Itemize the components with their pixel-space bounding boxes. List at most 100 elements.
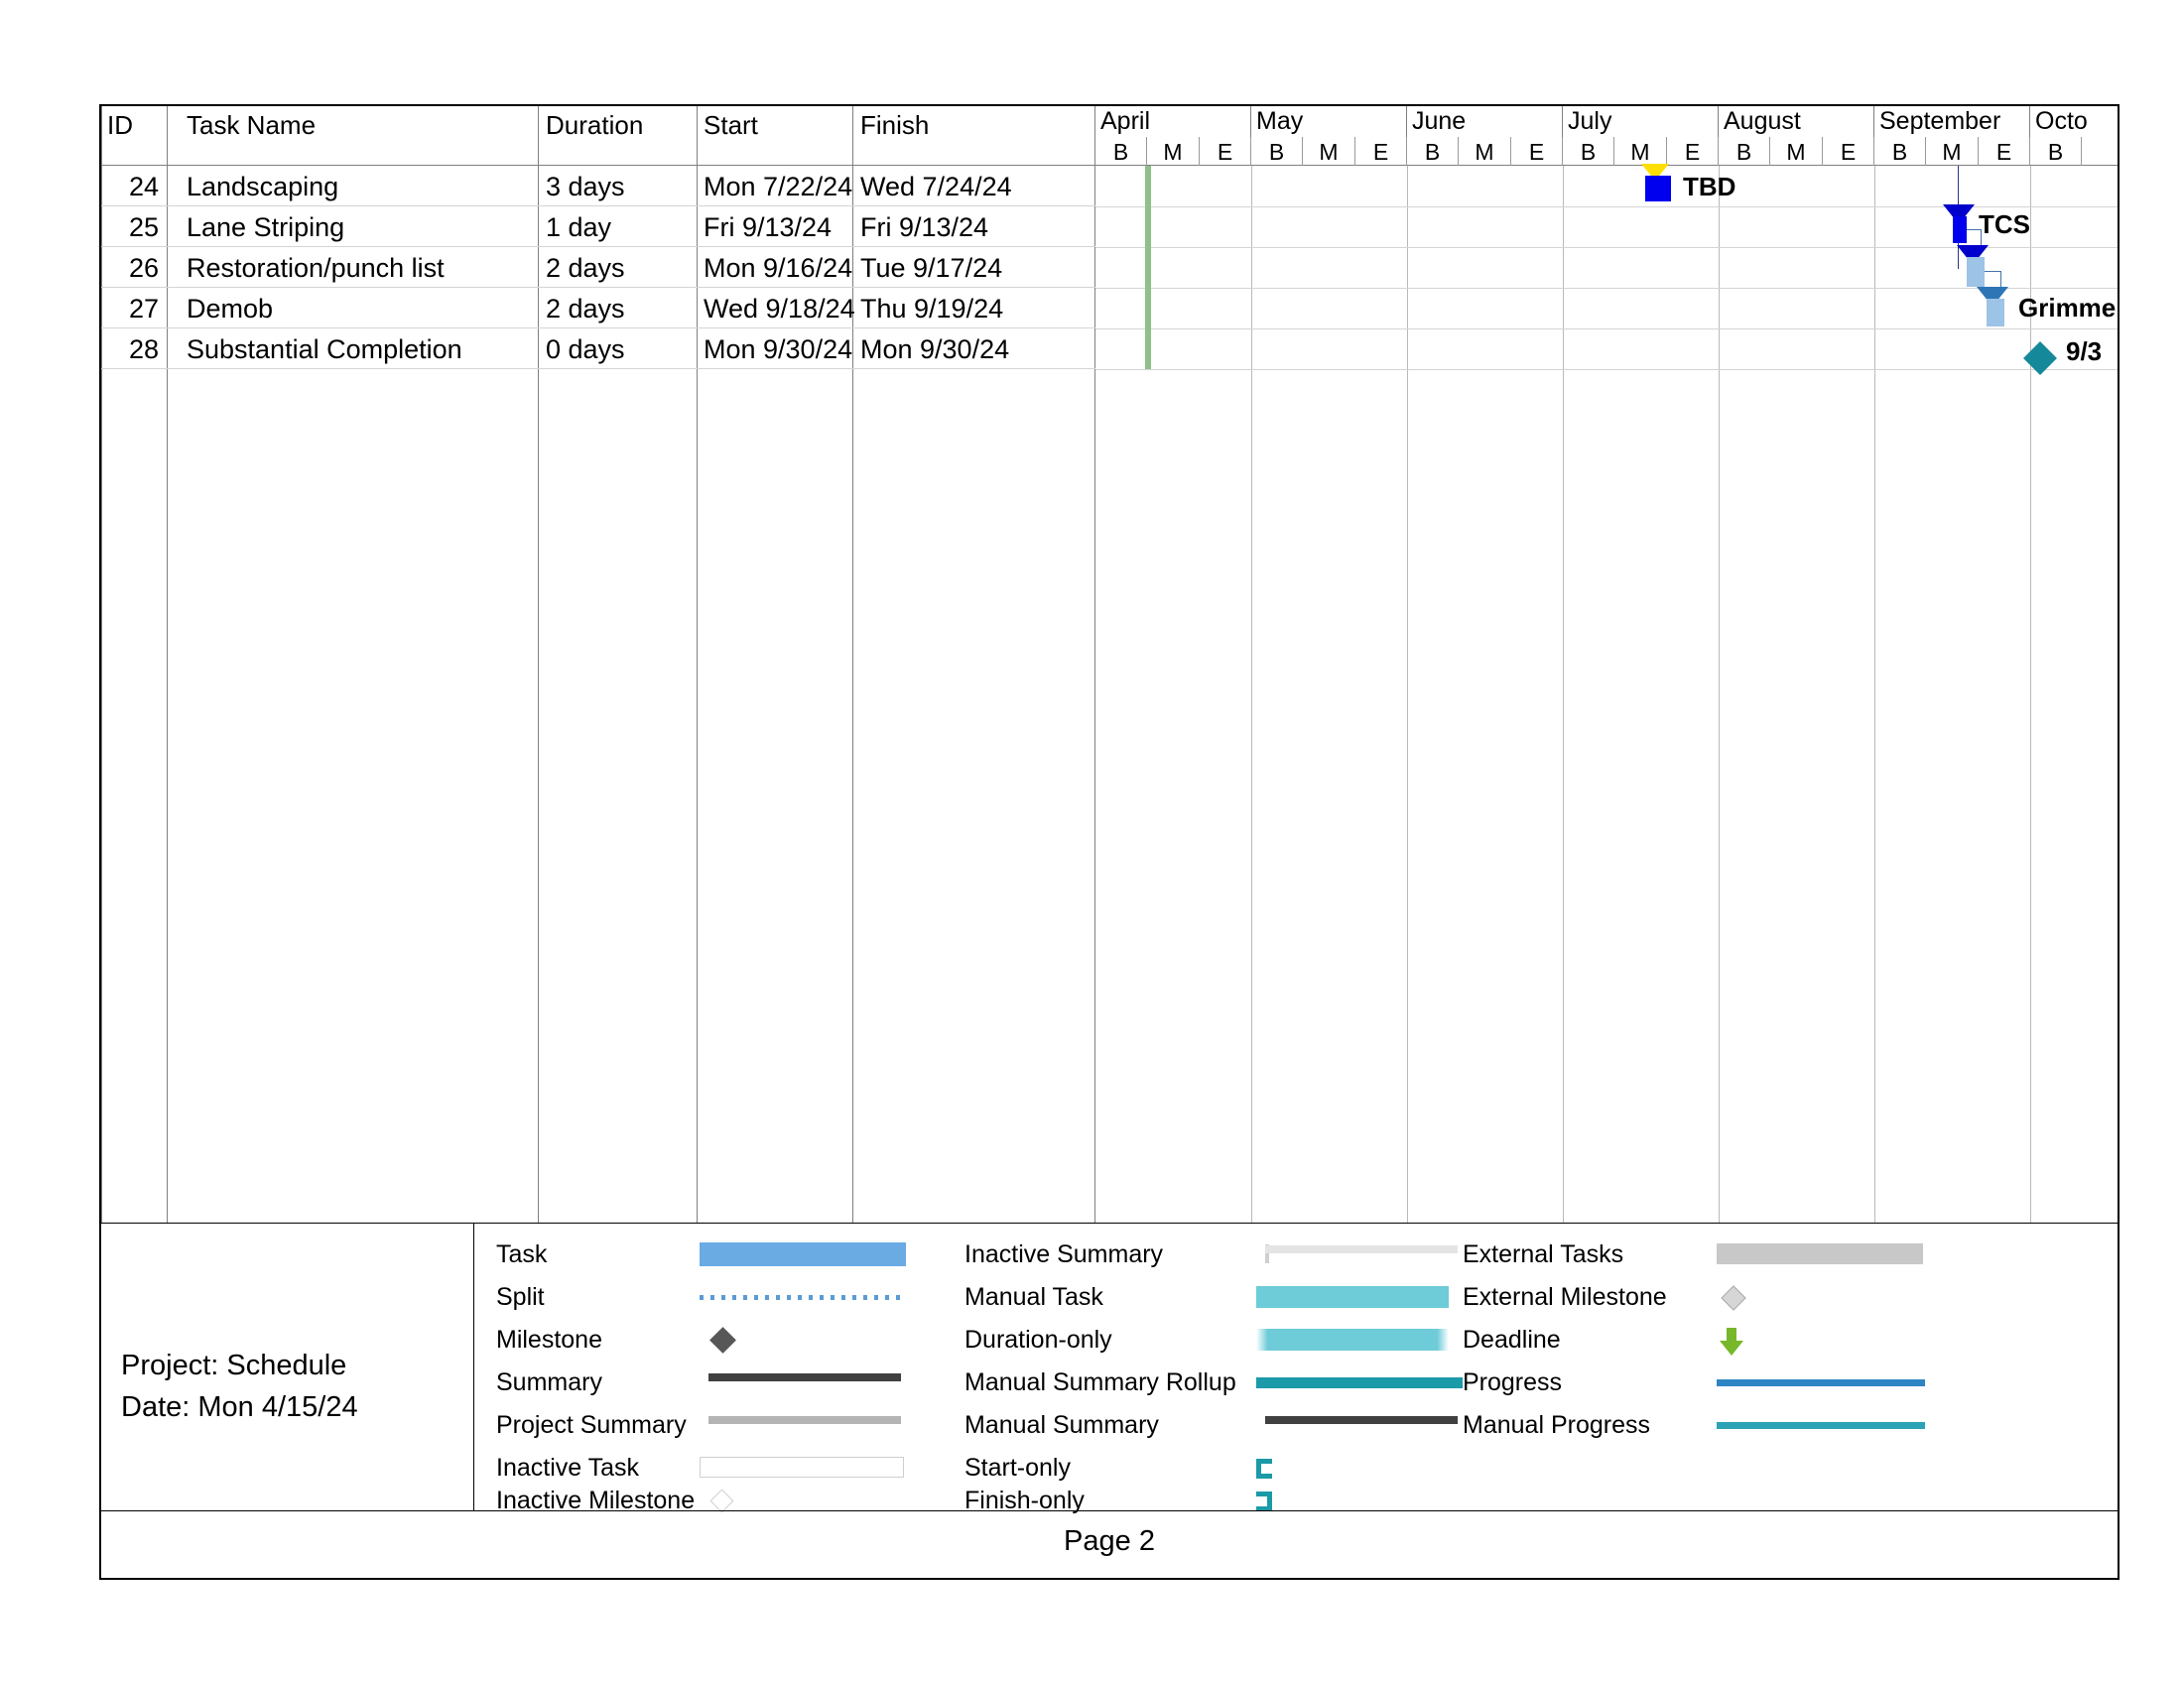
table-row[interactable]: 24 Landscaping 3 days Mon 7/22/24 Wed 7/… bbox=[101, 166, 1095, 206]
legend-region: Project: Schedule Date: Mon 4/15/24 Task… bbox=[101, 1223, 2118, 1514]
timeline-tick: E bbox=[1979, 137, 2030, 166]
timeline-month: August bbox=[1719, 106, 1874, 137]
cell-id: 25 bbox=[128, 212, 159, 242]
cell-id: 26 bbox=[128, 253, 159, 283]
cell-id: 27 bbox=[128, 294, 159, 324]
cell-start: Mon 9/30/24 bbox=[704, 334, 853, 364]
manual-summary-swatch-icon bbox=[1256, 1404, 1465, 1446]
timeline-tick: E bbox=[1511, 137, 1563, 166]
cell-name: Landscaping bbox=[187, 172, 339, 201]
today-line bbox=[1145, 166, 1151, 369]
timeline-tick: M bbox=[1147, 137, 1200, 166]
legend-item-summary: Summary bbox=[496, 1362, 963, 1403]
inactive-summary-swatch-icon bbox=[1256, 1234, 1465, 1275]
gantt-bar-label: Grimme bbox=[2018, 293, 2117, 323]
legend-label: Project Summary bbox=[496, 1411, 687, 1439]
task-table: ID Task Name Duration Start Finish 24 La… bbox=[101, 106, 1095, 1223]
legend-item-manual-task: Manual Task bbox=[964, 1276, 1461, 1318]
task-bar[interactable] bbox=[1967, 257, 1985, 287]
legend-item-progress: Progress bbox=[1463, 1362, 1949, 1403]
cell-duration: 1 day bbox=[546, 212, 612, 242]
cell-finish: Fri 9/13/24 bbox=[860, 212, 989, 242]
legend-item-task: Task bbox=[496, 1234, 963, 1275]
deadline-swatch-icon bbox=[1717, 1319, 1925, 1361]
timeline-tick: M bbox=[1459, 137, 1511, 166]
timeline-tick: B bbox=[1251, 137, 1303, 166]
cell-start: Mon 7/22/24 bbox=[704, 172, 853, 201]
table-row[interactable]: 26 Restoration/punch list 2 days Mon 9/1… bbox=[101, 247, 1095, 288]
cell-name: Restoration/punch list bbox=[187, 253, 445, 283]
legend-label: Summary bbox=[496, 1368, 602, 1396]
timeline-month: May bbox=[1251, 106, 1407, 137]
timeline-tick: M bbox=[1926, 137, 1979, 166]
cell-name: Lane Striping bbox=[187, 212, 345, 242]
legend-label: External Milestone bbox=[1463, 1283, 1667, 1311]
legend-item-external-tasks: External Tasks bbox=[1463, 1234, 1949, 1275]
cell-id: 28 bbox=[128, 334, 159, 364]
external-milestone-swatch-icon bbox=[1717, 1276, 1925, 1318]
timeline-tick: E bbox=[1200, 137, 1251, 166]
cell-duration: 2 days bbox=[546, 253, 625, 283]
column-header-duration: Duration bbox=[546, 110, 644, 140]
legend-columns: Task Split Milestone Summary Project Sum… bbox=[474, 1224, 2118, 1514]
legend-item-manual-progress: Manual Progress bbox=[1463, 1404, 1949, 1446]
legend-label: Inactive Summary bbox=[964, 1240, 1164, 1268]
legend-item-deadline: Deadline bbox=[1463, 1319, 1949, 1361]
grid-region: ID Task Name Duration Start Finish 24 La… bbox=[101, 106, 2118, 1223]
timeline-tick: E bbox=[1355, 137, 1407, 166]
legend-label: Deadline bbox=[1463, 1326, 1561, 1354]
page-footer: Page 2 bbox=[101, 1510, 2118, 1578]
legend-label: External Tasks bbox=[1463, 1240, 1624, 1268]
gantt-timeline[interactable]: April May June July August September Oct… bbox=[1095, 106, 2118, 1223]
summary-swatch-icon bbox=[700, 1362, 908, 1403]
milestone-swatch-icon bbox=[700, 1319, 908, 1361]
timeline-month: June bbox=[1407, 106, 1563, 137]
progress-swatch-icon bbox=[1717, 1362, 1925, 1403]
manual-task-swatch-icon bbox=[1256, 1276, 1465, 1318]
legend-label: Manual Progress bbox=[1463, 1411, 1650, 1439]
cell-id: 24 bbox=[128, 172, 159, 201]
gantt-bar-label: TCS bbox=[1979, 209, 2030, 239]
timeline-gridlines bbox=[1095, 166, 2118, 1223]
table-row[interactable]: 27 Demob 2 days Wed 9/18/24 Thu 9/19/24 bbox=[101, 288, 1095, 328]
external-tasks-swatch-icon bbox=[1717, 1234, 1925, 1275]
cell-name: Demob bbox=[187, 294, 274, 324]
task-bar[interactable] bbox=[1987, 299, 2004, 326]
cell-finish: Wed 7/24/24 bbox=[860, 172, 1012, 201]
timeline-tick: E bbox=[1823, 137, 1874, 166]
legend-label: Duration-only bbox=[964, 1326, 1112, 1354]
duration-only-swatch-icon bbox=[1256, 1319, 1465, 1361]
page-number: Page 2 bbox=[1064, 1525, 1155, 1557]
legend-item-inactive-summary: Inactive Summary bbox=[964, 1234, 1461, 1275]
cell-finish: Mon 9/30/24 bbox=[860, 334, 1010, 364]
column-header-start: Start bbox=[704, 110, 758, 140]
manual-summary-rollup-swatch-icon bbox=[1256, 1362, 1465, 1403]
cell-start: Mon 9/16/24 bbox=[704, 253, 853, 283]
legend-label: Manual Task bbox=[964, 1283, 1103, 1311]
cell-duration: 3 days bbox=[546, 172, 625, 201]
milestone-label: 9/3 bbox=[2066, 336, 2103, 366]
column-header-id: ID bbox=[107, 110, 133, 140]
timeline-tick: B bbox=[1407, 137, 1459, 166]
task-swatch-icon bbox=[700, 1234, 908, 1275]
timeline-tick: B bbox=[1719, 137, 1770, 166]
task-bar[interactable] bbox=[1645, 176, 1671, 201]
table-row[interactable]: 28 Substantial Completion 0 days Mon 9/3… bbox=[101, 328, 1095, 369]
gantt-bar-label: TBD bbox=[1683, 172, 1736, 201]
gantt-chart-page: ID Task Name Duration Start Finish 24 La… bbox=[99, 104, 2120, 1580]
manual-progress-swatch-icon bbox=[1717, 1404, 1925, 1446]
legend-item-project-summary: Project Summary bbox=[496, 1404, 963, 1446]
task-bar[interactable] bbox=[1953, 216, 1967, 243]
timeline-tick: B bbox=[1095, 137, 1147, 166]
table-row[interactable]: 25 Lane Striping 1 day Fri 9/13/24 Fri 9… bbox=[101, 206, 1095, 247]
legend-label: Manual Summary bbox=[964, 1411, 1159, 1439]
cell-start: Fri 9/13/24 bbox=[704, 212, 833, 242]
timeline-month: April bbox=[1095, 106, 1251, 137]
cell-finish: Thu 9/19/24 bbox=[860, 294, 1004, 324]
legend-item-duration-only: Duration-only bbox=[964, 1319, 1461, 1361]
timeline-tick: M bbox=[1770, 137, 1823, 166]
legend-label: Task bbox=[496, 1240, 548, 1268]
legend-label: Progress bbox=[1463, 1368, 1563, 1396]
legend-item-manual-summary-rollup: Manual Summary Rollup bbox=[964, 1362, 1463, 1403]
legend-item-external-milestone: External Milestone bbox=[1463, 1276, 1949, 1318]
